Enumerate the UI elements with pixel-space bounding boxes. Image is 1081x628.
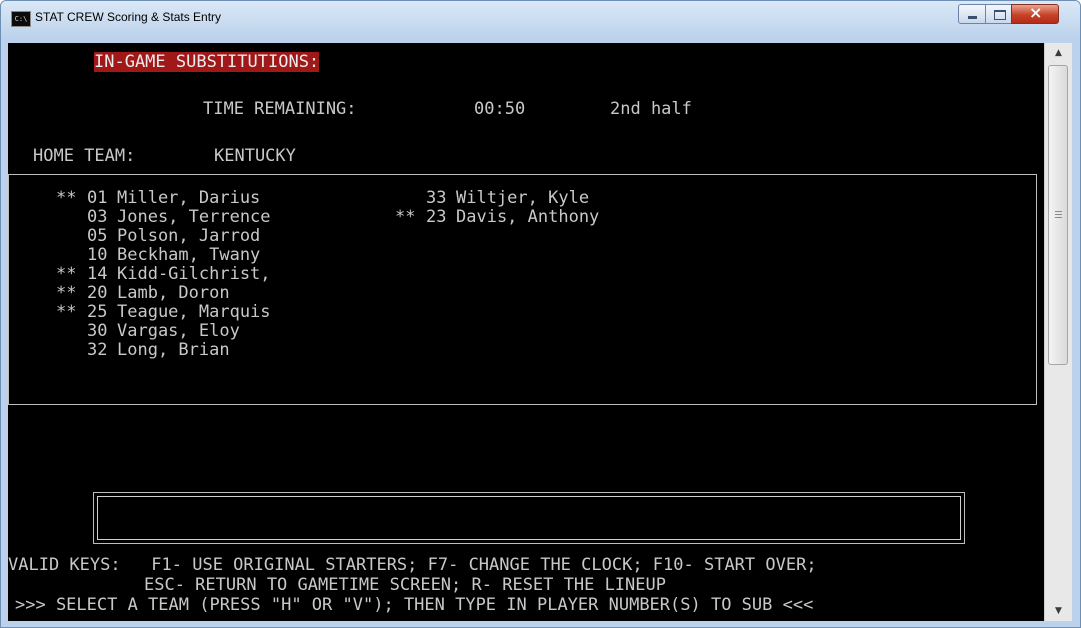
player-number: 05: [87, 226, 108, 246]
scroll-up-arrow-icon[interactable]: ▲: [1045, 43, 1072, 63]
grip-icon: [1055, 211, 1062, 212]
window-title: STAT CREW Scoring & Stats Entry: [35, 10, 222, 24]
player-name: Teague, Marquis: [117, 302, 271, 322]
player-number: 01: [87, 188, 108, 208]
player-name: Kidd-Gilchrist,: [117, 264, 271, 284]
player-number: 25: [87, 302, 108, 322]
console-app-icon[interactable]: C:\: [11, 11, 31, 27]
maximize-icon: [994, 10, 1006, 20]
player-number: 30: [87, 321, 108, 341]
player-name: Beckham, Twany: [117, 245, 261, 265]
starter-marker: **: [56, 264, 77, 284]
player-name: Miller, Darius: [117, 188, 261, 208]
player-name: Davis, Anthony: [456, 207, 600, 227]
scrollbar-thumb[interactable]: [1048, 65, 1068, 365]
player-number: 32: [87, 340, 108, 360]
player-name: Polson, Jarrod: [117, 226, 261, 246]
player-number: 03: [87, 207, 108, 227]
player-name: Lamb, Doron: [117, 283, 230, 303]
close-icon: ×: [1029, 3, 1043, 22]
scroll-down-arrow-icon[interactable]: ▼: [1045, 601, 1072, 621]
screen-header: IN-GAME SUBSTITUTIONS:: [94, 52, 320, 72]
vertical-scrollbar[interactable]: ▲ ▼: [1044, 43, 1072, 621]
player-number: 14: [87, 264, 108, 284]
player-name: Wiltjer, Kyle: [456, 188, 590, 208]
close-button[interactable]: ×: [1011, 3, 1059, 24]
player-number-input[interactable]: [97, 496, 961, 540]
player-name: Jones, Terrence: [117, 207, 271, 227]
console-window: C:\ STAT CREW Scoring & Stats Entry × IN…: [0, 0, 1081, 628]
period-label: 2nd half: [610, 99, 692, 119]
starter-marker: **: [56, 302, 77, 322]
player-name: Vargas, Eloy: [117, 321, 240, 341]
starter-marker: **: [56, 283, 77, 303]
player-number: 10: [87, 245, 108, 265]
starter-marker: **: [395, 207, 416, 227]
valid-keys-line: VALID KEYS: F1- USE ORIGINAL STARTERS; F…: [8, 555, 817, 575]
player-name: Long, Brian: [117, 340, 230, 360]
minimize-icon: [968, 16, 977, 19]
team-name: KENTUCKY: [214, 146, 296, 166]
console-screen[interactable]: IN-GAME SUBSTITUTIONS: TIME REMAINING: 0…: [8, 43, 1044, 621]
player-number: 20: [87, 283, 108, 303]
starter-marker: **: [56, 188, 77, 208]
team-label: HOME TEAM:: [33, 146, 136, 166]
player-number: 33: [426, 188, 447, 208]
instruction-line: >>> SELECT A TEAM (PRESS "H" OR "V"); TH…: [15, 595, 814, 615]
valid-keys-line-2: ESC- RETURN TO GAMETIME SCREEN; R- RESET…: [144, 575, 666, 595]
title-bar[interactable]: C:\ STAT CREW Scoring & Stats Entry ×: [1, 1, 1080, 37]
time-remaining-value: 00:50: [474, 99, 526, 119]
minimize-button[interactable]: [958, 4, 986, 24]
player-number: 23: [426, 207, 447, 227]
time-remaining-label: TIME REMAINING:: [203, 99, 357, 119]
maximize-button[interactable]: [985, 4, 1012, 24]
